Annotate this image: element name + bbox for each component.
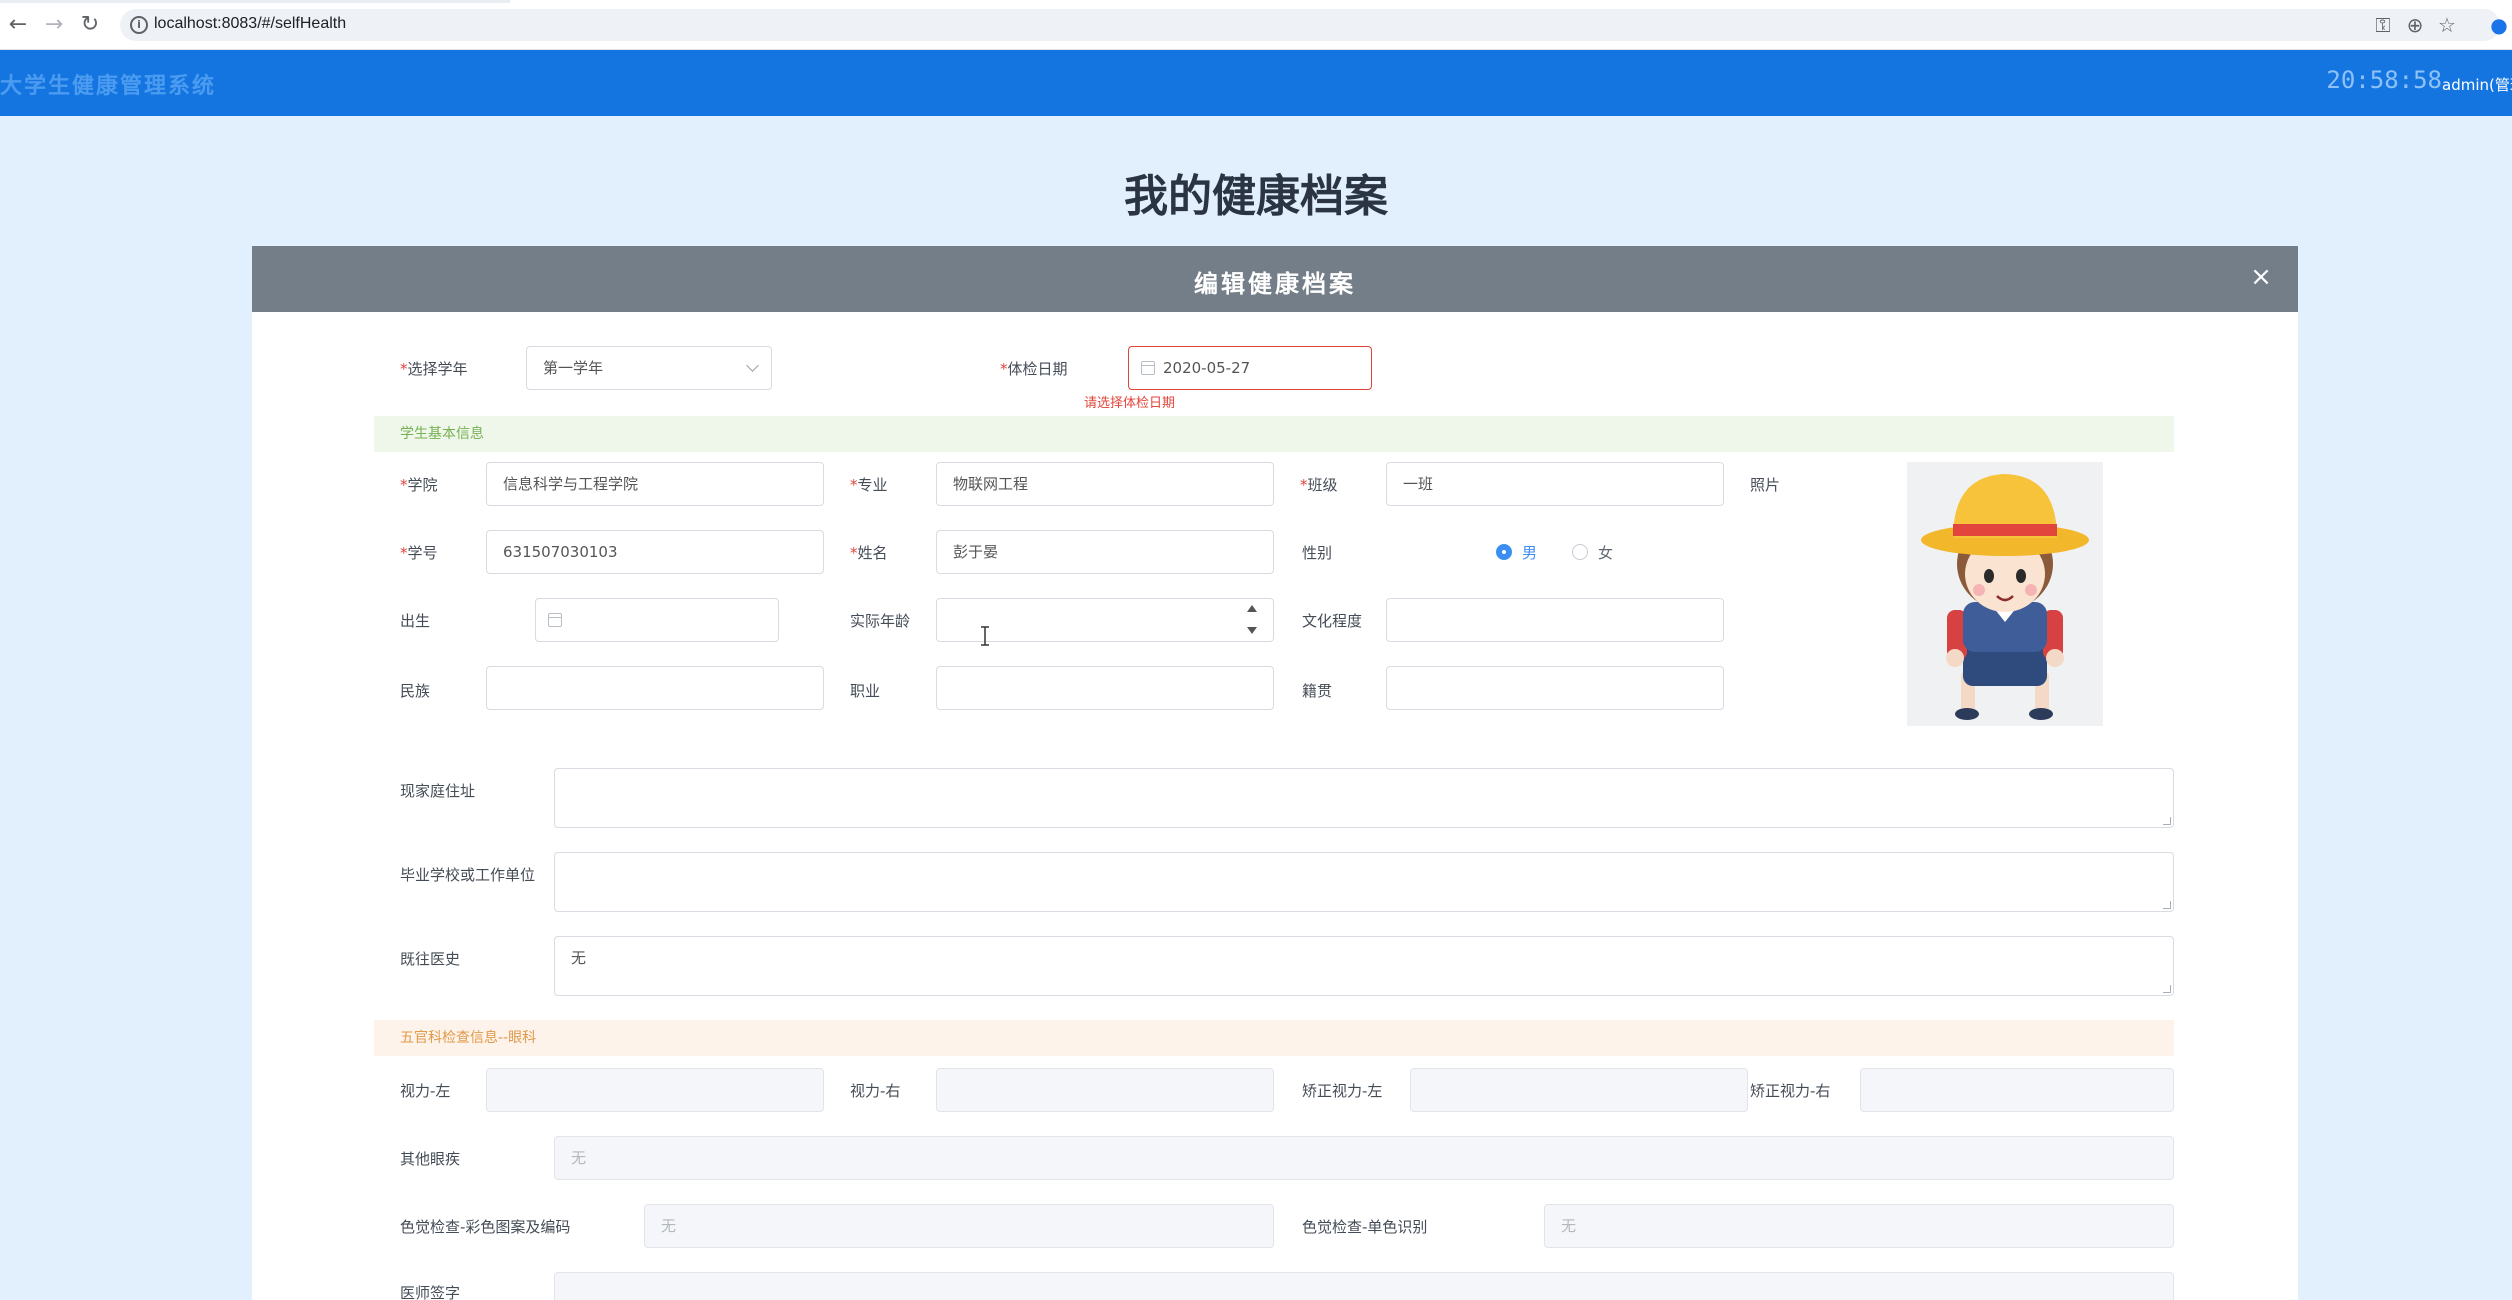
color-single-label: 色觉检查-单色识别	[1302, 1218, 1428, 1236]
vision-right-input[interactable]	[936, 1068, 1274, 1112]
app-title: 大学生健康管理系统	[0, 74, 217, 99]
other-eye-label: 其他眼疾	[400, 1150, 461, 1168]
medical-history-label: 既往医史	[400, 950, 461, 968]
school-work-textarea[interactable]	[554, 852, 2174, 912]
gender-male-radio[interactable]	[1496, 544, 1512, 560]
calendar-icon	[1141, 361, 1155, 375]
student-photo[interactable]	[1907, 462, 2103, 726]
color-pattern-label: 色觉检查-彩色图案及编码	[400, 1218, 571, 1236]
birth-date-picker[interactable]	[535, 598, 779, 642]
bookmark-star-icon[interactable]: ☆	[2434, 12, 2460, 38]
birth-label: 出生	[400, 612, 431, 630]
exam-date-error: 请选择体检日期	[1084, 396, 1176, 411]
college-label: *学院	[400, 476, 438, 494]
name-label: *姓名	[850, 544, 888, 562]
vision-right-label: 视力-右	[850, 1082, 901, 1100]
color-single-input[interactable]: 无	[1544, 1204, 2174, 1248]
name-input[interactable]: 彭于晏	[936, 530, 1274, 574]
reload-icon[interactable]: ↻	[78, 13, 102, 37]
dialog-title: 编辑健康档案	[1194, 270, 1356, 298]
ethnicity-input[interactable]	[486, 666, 824, 710]
native-place-label: 籍贯	[1302, 682, 1333, 700]
school-year-select[interactable]: 第一学年	[526, 346, 772, 390]
education-input[interactable]	[1386, 598, 1724, 642]
gender-female-radio[interactable]	[1572, 544, 1588, 560]
school-year-label: *选择学年	[400, 360, 468, 378]
occupation-input[interactable]	[936, 666, 1274, 710]
exam-date-label: *体检日期	[1000, 360, 1068, 378]
class-input[interactable]: 一班	[1386, 462, 1724, 506]
doctor-sign-label: 医师签字	[400, 1284, 461, 1300]
app-header: 大学生健康管理系统 20:58:58 admin(管理员)	[0, 50, 2512, 116]
password-key-icon[interactable]: ⚿	[2370, 12, 2396, 38]
photo-label: 照片	[1750, 476, 1781, 494]
student-id-label: *学号	[400, 544, 438, 562]
close-icon[interactable]: ×	[2248, 264, 2274, 290]
loading-indicator	[0, 0, 510, 3]
vision-left-input[interactable]	[486, 1068, 824, 1112]
forward-icon[interactable]: →	[42, 13, 66, 37]
address-textarea[interactable]	[554, 768, 2174, 828]
corrected-left-label: 矫正视力-左	[1302, 1082, 1383, 1100]
school-work-label: 毕业学校或工作单位	[400, 866, 536, 884]
back-icon[interactable]: ←	[6, 13, 30, 37]
class-label: *班级	[1300, 476, 1338, 494]
address-bar[interactable]: i localhost:8083/#/selfHealth	[120, 9, 2500, 41]
corrected-left-input[interactable]	[1410, 1068, 1748, 1112]
url-text[interactable]: localhost:8083/#/selfHealth	[154, 15, 346, 33]
cartoon-child-avatar	[1921, 474, 2089, 720]
native-place-input[interactable]	[1386, 666, 1724, 710]
gender-label: 性别	[1302, 544, 1333, 562]
calendar-icon	[548, 613, 562, 627]
corrected-right-input[interactable]	[1860, 1068, 2174, 1112]
corrected-right-label: 矫正视力-右	[1750, 1082, 1831, 1100]
major-input[interactable]: 物联网工程	[936, 462, 1274, 506]
education-label: 文化程度	[1302, 612, 1363, 630]
section-eye-exam: 五官科检查信息--眼科	[374, 1020, 2174, 1056]
section-basic-info: 学生基本信息	[374, 416, 2174, 452]
college-input[interactable]: 信息科学与工程学院	[486, 462, 824, 506]
occupation-label: 职业	[850, 682, 881, 700]
doctor-sign-input[interactable]	[554, 1272, 2174, 1300]
profile-icon[interactable]: ●	[2486, 12, 2512, 38]
resize-handle-icon[interactable]	[2163, 901, 2171, 909]
text-cursor-icon	[981, 626, 989, 646]
dialog-header: 编辑健康档案 ×	[252, 246, 2298, 312]
site-info-icon[interactable]: i	[130, 16, 148, 34]
chevron-down-icon	[746, 359, 759, 372]
age-label: 实际年龄	[850, 612, 911, 630]
student-id-input[interactable]: 631507030103	[486, 530, 824, 574]
page-title: 我的健康档案	[1124, 171, 1388, 222]
user-menu[interactable]: admin(管理员)	[2442, 74, 2512, 95]
exam-date-picker[interactable]: 2020-05-27	[1128, 346, 1372, 390]
address-label: 现家庭住址	[400, 782, 476, 800]
color-pattern-input[interactable]: 无	[644, 1204, 1274, 1248]
resize-handle-icon[interactable]	[2163, 985, 2171, 993]
spin-down-icon[interactable]	[1247, 627, 1257, 634]
gender-female-label[interactable]: 女	[1598, 542, 1613, 563]
zoom-icon[interactable]: ⊕	[2402, 12, 2428, 38]
major-label: *专业	[850, 476, 888, 494]
other-eye-input[interactable]: 无	[554, 1136, 2174, 1180]
ethnicity-label: 民族	[400, 682, 431, 700]
edit-health-record-dialog: 编辑健康档案 × *选择学年 第一学年 *体检日期 2020-05-27 请选择…	[252, 246, 2298, 1300]
vision-left-label: 视力-左	[400, 1082, 451, 1100]
spin-up-icon[interactable]	[1247, 605, 1257, 612]
browser-toolbar: ← → ↻ i localhost:8083/#/selfHealth ⚿ ⊕ …	[0, 0, 2512, 50]
medical-history-textarea[interactable]: 无	[554, 936, 2174, 996]
clock: 20:58:58	[2326, 66, 2442, 94]
resize-handle-icon[interactable]	[2163, 817, 2171, 825]
gender-male-label[interactable]: 男	[1522, 542, 1537, 563]
